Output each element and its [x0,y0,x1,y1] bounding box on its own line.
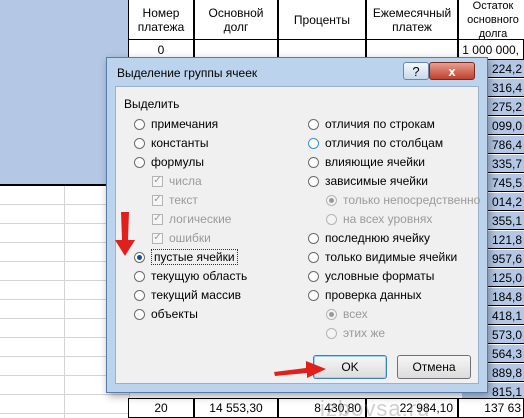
checkmark-icon: ✓ [152,175,163,187]
header-balance: Остаток основного долга [458,0,524,40]
option-label: текущий массив [151,288,242,302]
option-label: только видимые ячейки [325,250,458,264]
checkmark-icon: ✓ [152,232,163,244]
watermark: izbovsa.ru [320,396,431,418]
option-label: условные форматы [325,269,435,283]
radio-icon [308,137,319,149]
option-label: числа [169,174,202,188]
option-label: объекты [151,307,198,321]
option-label: всех [343,307,368,321]
down-arrow-annotation-icon [115,212,135,256]
radio-icon [134,156,145,168]
radio-icon [134,118,145,130]
option-precedents[interactable]: влияющие ячейки [308,154,425,170]
option-conditional-formats[interactable]: условные форматы [308,268,434,284]
option-label: отличия по столбцам [325,136,444,150]
option-last-cell[interactable]: последнюю ячейку [308,230,430,246]
last-row-balance: 137 63 [458,398,524,418]
option-objects[interactable]: объекты [134,306,198,322]
radio-icon [134,308,145,320]
dialog-title: Выделение группы ячеек [117,66,258,80]
radio-icon [308,175,319,187]
option-label: зависимые ячейки [325,174,428,188]
checkbox-logicals[interactable]: ✓ логические [152,211,231,227]
option-current-region[interactable]: текущую область [134,268,247,284]
radio-icon [326,327,337,339]
option-constants[interactable]: константы [134,135,208,151]
option-row-differences[interactable]: отличия по строкам [308,116,435,132]
option-formulas[interactable]: формулы [134,154,204,170]
option-current-array[interactable]: текущий массив [134,287,241,303]
option-label: только непосредственно [343,193,481,207]
radio-selected-icon [326,308,337,320]
option-label: этих же [343,326,386,340]
radio-icon [326,213,337,225]
section-label: Выделить [124,97,180,111]
option-data-validation[interactable]: проверка данных [308,287,422,303]
last-row-number: 20 [128,398,194,418]
option-blanks[interactable]: пустые ячейки [134,249,238,265]
checkbox-text[interactable]: ✓ текст [152,192,198,208]
radio-icon [308,232,319,244]
header-monthly-payment: Ежемесячный платеж [366,0,458,40]
close-button[interactable]: x [429,62,475,80]
option-validation-same[interactable]: этих же [326,325,385,341]
right-arrow-annotation-icon [274,361,326,378]
option-label: на всех уровнях [343,212,433,226]
last-row-principal: 14 553,30 [194,398,278,418]
option-label: логические [169,212,232,226]
option-label: проверка данных [325,288,422,302]
option-label: формулы [151,155,204,169]
checkmark-icon: ✓ [152,213,163,225]
radio-icon [308,251,319,263]
checkbox-errors[interactable]: ✓ ошибки [152,230,211,246]
header-principal: Основной долг [194,0,278,40]
checkbox-numbers[interactable]: ✓ числа [152,173,202,189]
option-all-levels[interactable]: на всех уровнях [326,211,432,227]
option-label: текст [169,193,198,207]
option-comments[interactable]: примечания [134,116,218,132]
option-label: пустые ячейки [151,249,238,265]
option-label: отличия по строкам [325,117,435,131]
radio-icon [308,118,319,130]
go-to-special-dialog: Выделение группы ячеек ? x Выделить прим… [106,57,488,393]
option-label: влияющие ячейки [325,155,425,169]
radio-icon [134,289,145,301]
radio-icon [134,137,145,149]
radio-icon [308,289,319,301]
option-label: константы [151,136,209,150]
option-column-differences[interactable]: отличия по столбцам [308,135,443,151]
dialog-titlebar[interactable]: Выделение группы ячеек ? x [107,58,487,86]
radio-icon [134,270,145,282]
option-label: примечания [151,117,219,131]
checkmark-icon: ✓ [152,194,163,206]
option-label: последнюю ячейку [325,231,431,245]
option-direct-only[interactable]: только непосредственно [326,192,480,208]
radio-icon [308,156,319,168]
radio-icon [308,270,319,282]
option-visible-cells[interactable]: только видимые ячейки [308,249,457,265]
help-button[interactable]: ? [403,62,429,80]
header-interest: Проценты [278,0,366,40]
header-payment-number: Номер платежа [128,0,194,40]
radio-selected-icon [326,194,337,206]
dialog-body: Выделить примечания константы формулы ✓ … [115,86,480,384]
cancel-button[interactable]: Отмена [397,355,471,379]
option-label: текущую область [151,269,248,283]
option-validation-all[interactable]: всех [326,306,368,322]
option-label: ошибки [169,231,211,245]
option-dependents[interactable]: зависимые ячейки [308,173,428,189]
